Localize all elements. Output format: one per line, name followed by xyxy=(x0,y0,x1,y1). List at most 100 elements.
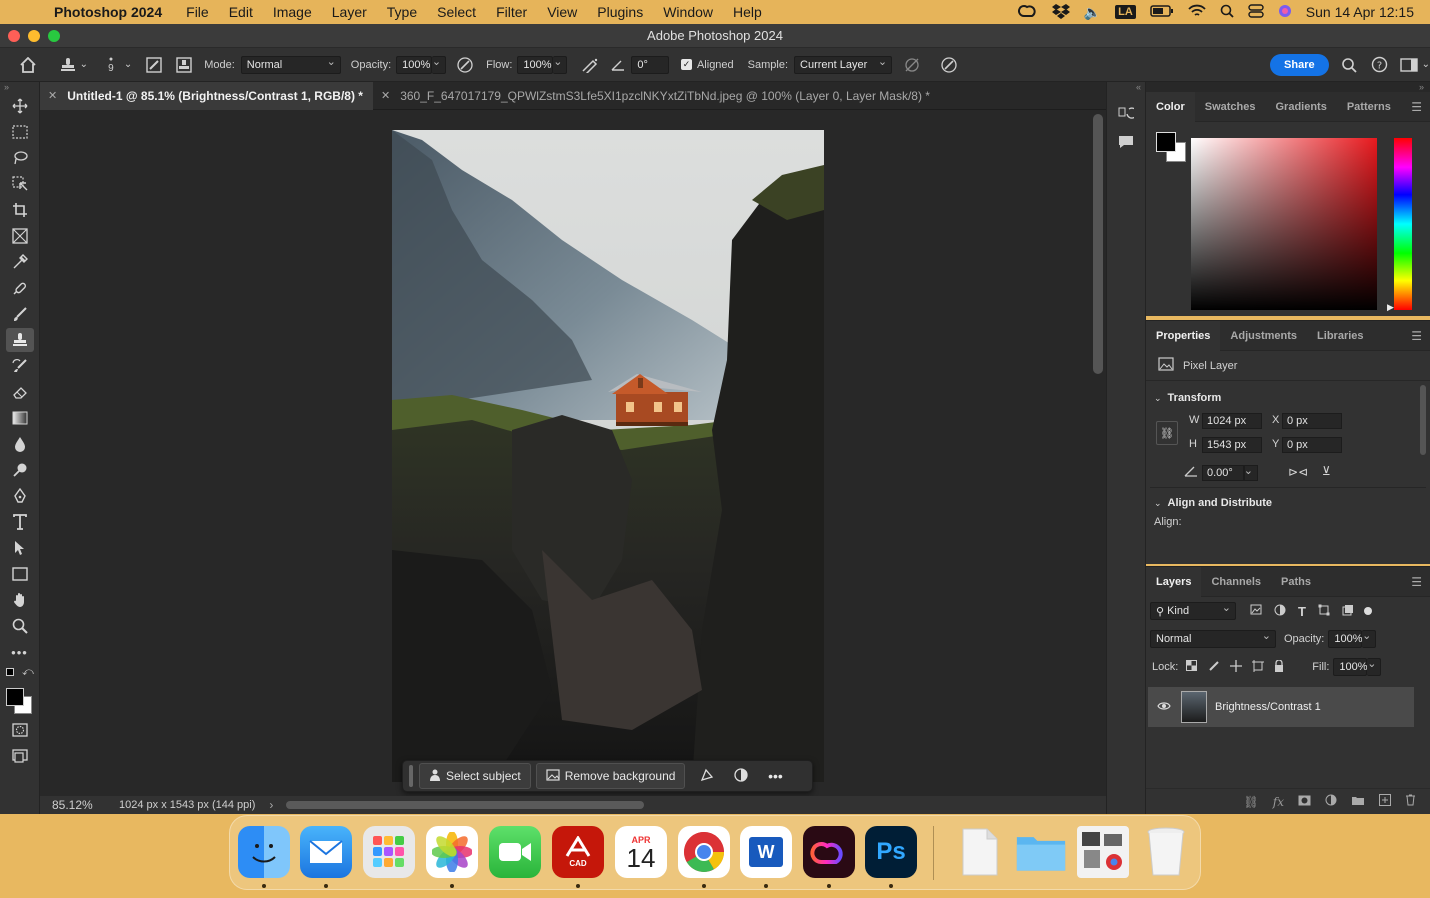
pressure-opacity-icon[interactable] xyxy=(456,56,474,74)
facetime-app-icon[interactable] xyxy=(489,826,541,878)
horizontal-scroll-thumb[interactable] xyxy=(286,801,644,809)
object-selection-tool-icon[interactable] xyxy=(6,172,34,196)
new-group-icon[interactable] xyxy=(1351,795,1365,809)
tab-patterns[interactable]: Patterns xyxy=(1337,92,1401,122)
share-button[interactable]: Share xyxy=(1270,53,1329,76)
crop-tool-icon[interactable] xyxy=(6,198,34,222)
pen-tool-icon[interactable] xyxy=(6,484,34,508)
quick-mask-icon[interactable] xyxy=(6,718,34,742)
filter-type-icon[interactable]: T xyxy=(1298,604,1306,619)
hue-slider[interactable] xyxy=(1394,138,1412,310)
control-center-icon[interactable] xyxy=(1248,3,1264,21)
color-panel-foreground-swatch[interactable] xyxy=(1156,132,1176,152)
layer-name[interactable]: Brightness/Contrast 1 xyxy=(1215,701,1321,713)
collapse-chevron-icon[interactable]: ⌄ xyxy=(1154,393,1162,404)
gradient-tool-icon[interactable] xyxy=(6,406,34,430)
new-adjustment-layer-icon[interactable] xyxy=(1325,794,1337,809)
workspace-chevron-icon[interactable]: ⌄ xyxy=(1422,59,1430,70)
sample-select[interactable]: Current Layer xyxy=(794,55,893,74)
vertical-scroll-thumb[interactable] xyxy=(1093,114,1103,374)
search-icon[interactable] xyxy=(1341,57,1357,73)
photoshop-app-icon[interactable]: Ps xyxy=(865,826,917,878)
drag-handle[interactable] xyxy=(409,765,413,787)
history-icon[interactable] xyxy=(1107,106,1145,125)
creative-cloud-app-icon[interactable] xyxy=(803,826,855,878)
panel-menu-icon[interactable]: ☰ xyxy=(1411,100,1422,114)
hand-tool-icon[interactable] xyxy=(6,588,34,612)
menu-layer[interactable]: Layer xyxy=(332,4,367,20)
status-expand-icon[interactable]: › xyxy=(269,798,273,812)
mail-app-icon[interactable] xyxy=(300,826,352,878)
blend-mode-select[interactable]: Normal xyxy=(1150,629,1276,648)
color-field[interactable] xyxy=(1191,138,1377,310)
layer-row[interactable]: Brightness/Contrast 1 xyxy=(1148,687,1414,727)
menu-file[interactable]: File xyxy=(186,4,209,20)
dropbox-icon[interactable] xyxy=(1051,3,1070,22)
brush-tool-icon[interactable] xyxy=(6,302,34,326)
history-brush-tool-icon[interactable] xyxy=(6,354,34,378)
close-window-button[interactable] xyxy=(8,30,20,42)
menu-plugins[interactable]: Plugins xyxy=(597,4,643,20)
workspace-icon[interactable] xyxy=(1399,57,1418,72)
more-options-icon[interactable]: ••• xyxy=(758,768,792,784)
healing-brush-tool-icon[interactable] xyxy=(6,276,34,300)
zoom-tool-icon[interactable] xyxy=(6,614,34,638)
spotlight-search-icon[interactable] xyxy=(1220,4,1234,21)
siri-icon[interactable] xyxy=(1278,4,1292,21)
marquee-tool-icon[interactable] xyxy=(6,120,34,144)
swap-colors-icon[interactable]: ⤺ xyxy=(22,666,34,679)
add-mask-icon[interactable] xyxy=(1298,795,1311,809)
filter-adjustment-icon[interactable] xyxy=(1274,604,1286,619)
menu-edit[interactable]: Edit xyxy=(229,4,253,20)
close-tab-icon[interactable]: ✕ xyxy=(48,89,57,102)
canvas-area[interactable]: Select subject Remove background ••• xyxy=(40,110,1090,796)
tab-swatches[interactable]: Swatches xyxy=(1195,92,1266,122)
folder-stack-icon[interactable] xyxy=(1015,826,1067,878)
zoom-level[interactable]: 85.12% xyxy=(52,798,112,812)
close-tab-icon[interactable]: ✕ xyxy=(381,89,390,102)
default-colors-icon[interactable] xyxy=(6,668,14,676)
creative-cloud-icon[interactable] xyxy=(1017,4,1038,21)
flip-vertical-icon[interactable]: ⊻ xyxy=(1322,464,1331,478)
layer-filter-select[interactable]: ⚲ Kind xyxy=(1150,601,1236,620)
chevron-down-icon[interactable]: ⌄ xyxy=(80,59,88,70)
lock-image-pixels-icon[interactable] xyxy=(1208,660,1220,675)
menu-select[interactable]: Select xyxy=(437,4,476,20)
chrome-app-icon[interactable] xyxy=(678,826,730,878)
flow-dropdown[interactable] xyxy=(553,55,568,74)
battery-icon[interactable] xyxy=(1150,4,1174,20)
trash-icon[interactable] xyxy=(1140,826,1192,878)
tab-gradients[interactable]: Gradients xyxy=(1265,92,1336,122)
width-input[interactable]: 1024 px xyxy=(1202,413,1262,429)
link-layers-icon[interactable]: ⛓ xyxy=(1244,795,1259,809)
tab-color[interactable]: Color xyxy=(1146,91,1195,122)
tab-adjustments[interactable]: Adjustments xyxy=(1220,321,1307,351)
document-info[interactable]: 1024 px x 1543 px (144 ppi) xyxy=(119,799,255,811)
clone-stamp-tool-icon[interactable] xyxy=(5,328,34,352)
help-icon[interactable]: ? xyxy=(1371,56,1388,73)
panel-menu-icon[interactable]: ☰ xyxy=(1411,575,1422,589)
word-app-icon[interactable]: W xyxy=(740,826,792,878)
tab-untitled-1[interactable]: ✕ Untitled-1 @ 85.1% (Brightness/Contras… xyxy=(40,81,373,110)
tools-collapse-icon[interactable]: » xyxy=(0,82,39,92)
transform-section-title[interactable]: Transform xyxy=(1168,392,1222,404)
more-tools-icon[interactable]: ••• xyxy=(6,640,34,664)
finder-app-icon[interactable] xyxy=(238,826,290,878)
lasso-tool-icon[interactable] xyxy=(6,146,34,170)
tab-paths[interactable]: Paths xyxy=(1271,567,1321,597)
eraser-tool-icon[interactable] xyxy=(6,380,34,404)
photos-app-icon[interactable] xyxy=(426,826,478,878)
filter-shape-icon[interactable] xyxy=(1318,604,1330,619)
clone-source-icon[interactable] xyxy=(176,56,192,73)
vertical-scrollbar[interactable] xyxy=(1090,110,1106,796)
angle-input[interactable]: 0° xyxy=(631,55,669,74)
volume-icon[interactable]: 🔈 xyxy=(1084,4,1101,21)
screen-mode-icon[interactable] xyxy=(6,744,34,768)
dodge-tool-icon[interactable] xyxy=(6,458,34,482)
new-layer-icon[interactable] xyxy=(1379,794,1391,809)
layer-effects-icon[interactable]: fx xyxy=(1273,795,1284,809)
tab-jpeg-document[interactable]: ✕ 360_F_647017179_QPWlZstmS3Lfe5XI1pzclN… xyxy=(373,82,940,110)
remove-background-button[interactable]: Remove background xyxy=(535,763,686,789)
menubar-datetime[interactable]: Sun 14 Apr 12:15 xyxy=(1306,4,1414,20)
rotation-input[interactable]: 0.00° xyxy=(1202,465,1244,481)
